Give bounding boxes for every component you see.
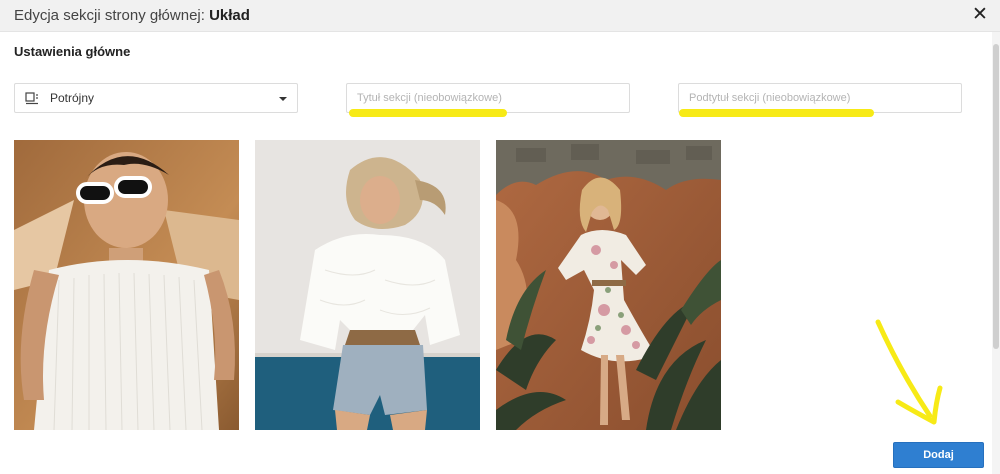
close-icon[interactable]: ✕ [970, 5, 990, 25]
add-button[interactable]: Dodaj [893, 442, 984, 468]
chevron-down-icon [279, 97, 287, 101]
arrow-annotation-icon [875, 319, 943, 425]
photo-image [496, 140, 721, 430]
layout-select[interactable]: Potrójny [14, 83, 298, 113]
photo-image [255, 140, 480, 430]
section-heading: Ustawienia główne [14, 44, 131, 59]
highlight-marker [679, 109, 874, 117]
photo-woman-floral-dress-wall[interactable] [496, 140, 721, 430]
edit-section-modal: Edycja sekcji strony głównej: Układ ✕ Us… [0, 0, 1000, 474]
photo-image [14, 140, 239, 430]
photo-woman-sunglasses-white-top[interactable] [14, 140, 239, 430]
modal-header: Edycja sekcji strony głównej: Układ ✕ [0, 0, 1000, 32]
scrollbar-thumb[interactable] [993, 44, 999, 349]
photo-woman-white-blouse-denim-shorts[interactable] [255, 140, 480, 430]
modal-title-strong: Układ [209, 7, 250, 24]
modal-title-prefix: Edycja sekcji strony głównej: [14, 7, 210, 24]
layout-icon [25, 92, 38, 105]
highlight-marker [349, 109, 507, 117]
modal-title: Edycja sekcji strony głównej: Układ [14, 7, 250, 24]
layout-select-value: Potrójny [50, 91, 95, 105]
